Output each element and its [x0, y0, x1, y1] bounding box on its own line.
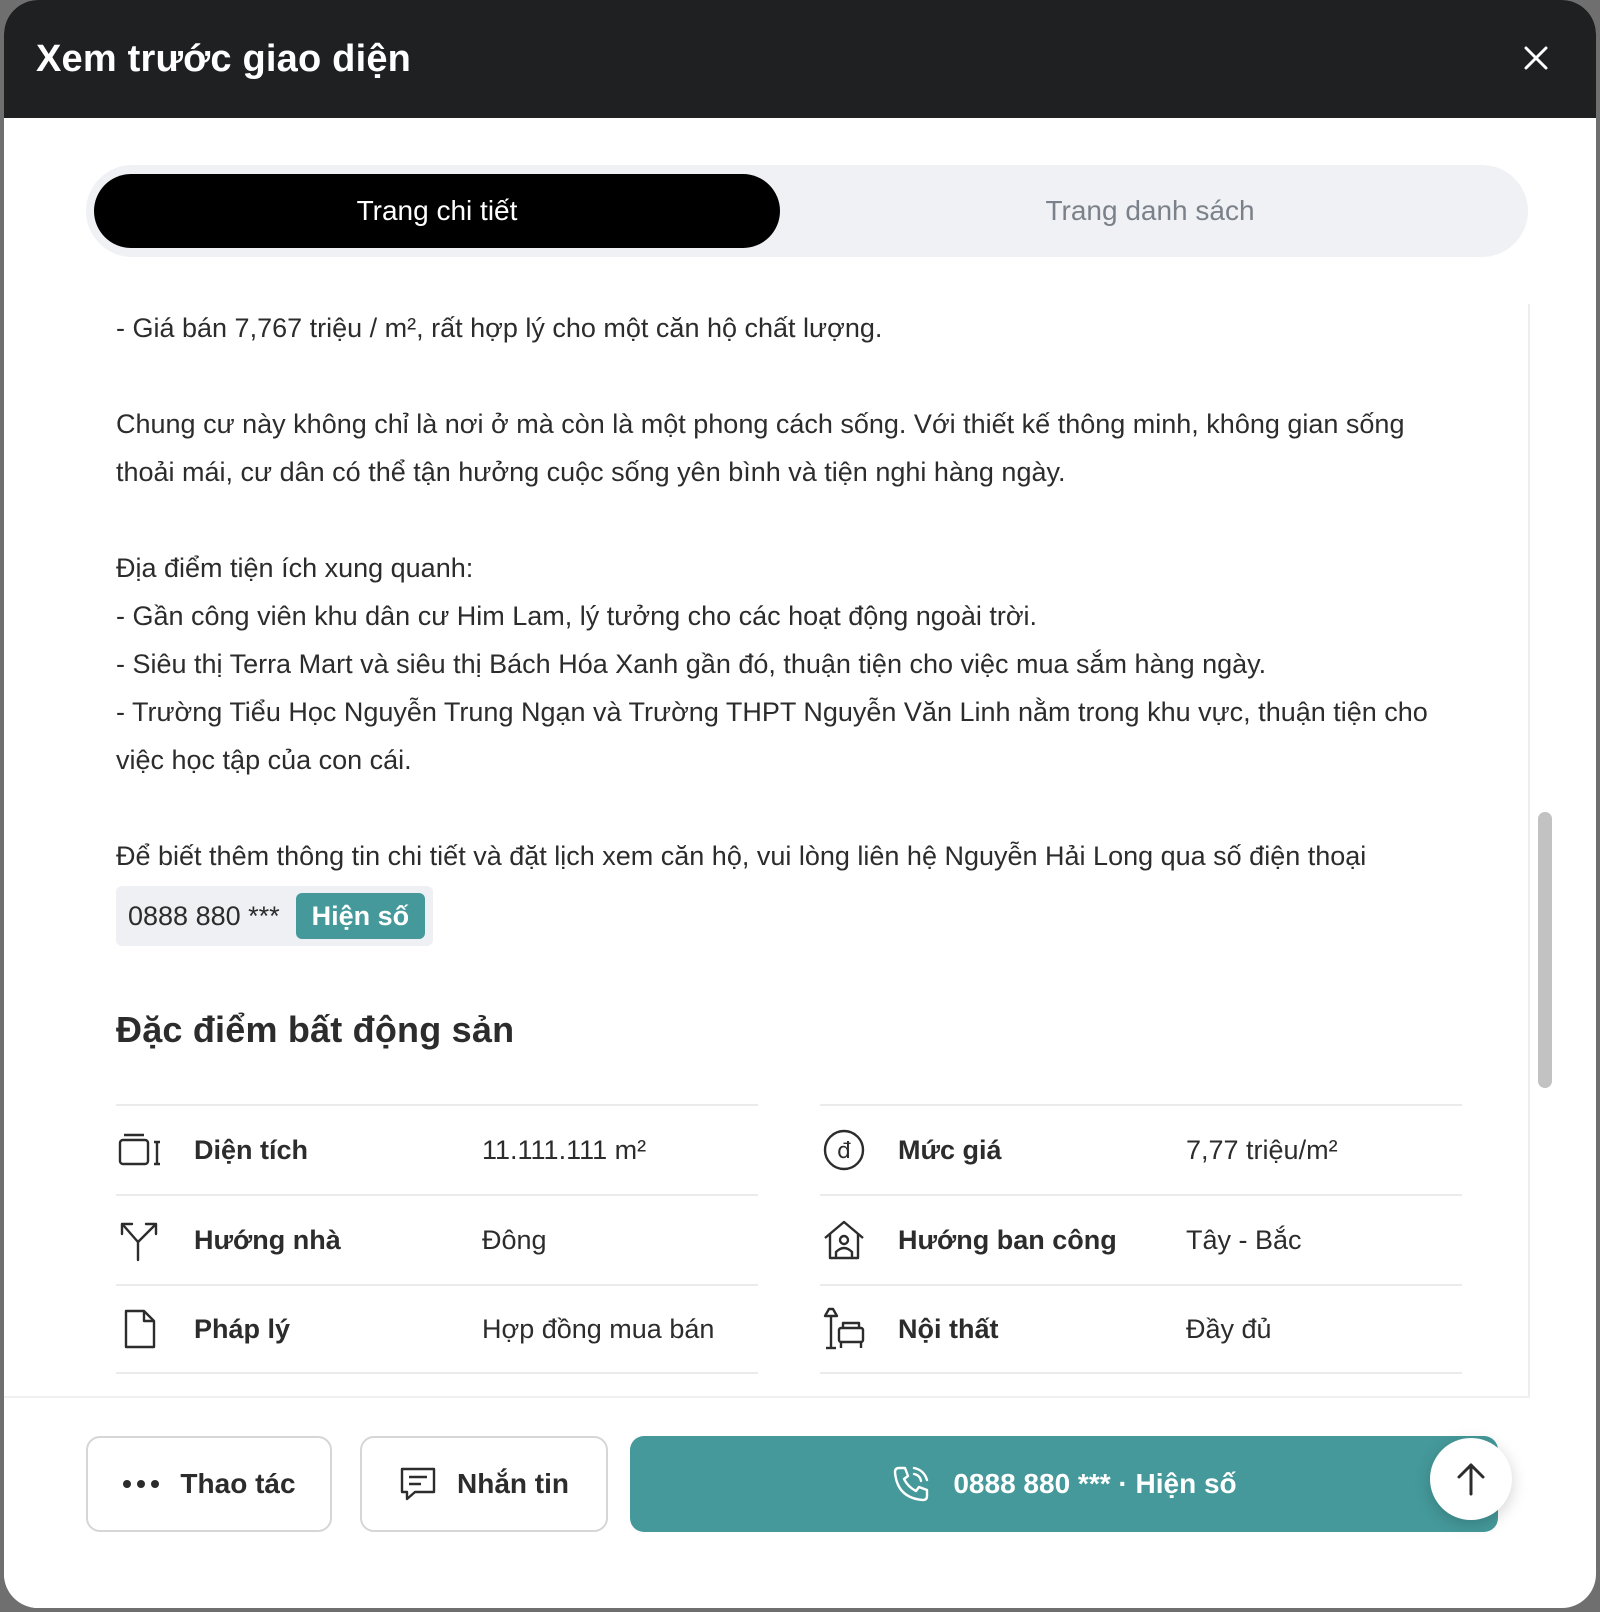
preview-modal: Xem trước giao diện Trang chi tiết Trang… — [4, 0, 1596, 1608]
spec-label: Diện tích — [194, 1135, 309, 1165]
specs-column-left: Diện tích 11.111.111 m² Hướng nhà Đông P… — [116, 1104, 758, 1374]
spec-value: 7,77 triệu/m² — [1186, 1135, 1338, 1165]
spec-row-area: Diện tích 11.111.111 m² — [116, 1104, 758, 1194]
spec-row-price: đ Mức giá 7,77 triệu/m² — [820, 1104, 1462, 1194]
tab-detail-page[interactable]: Trang chi tiết — [94, 174, 780, 248]
price-line: - Giá bán 7,767 triệu / m², rất hợp lý c… — [116, 313, 883, 343]
balcony-house-icon — [820, 1216, 868, 1264]
area-icon — [116, 1126, 164, 1174]
spec-row-legal: Pháp lý Hợp đồng mua bán — [116, 1284, 758, 1374]
spec-value: Đông — [482, 1225, 547, 1255]
modal-title: Xem trước giao diện — [36, 37, 412, 80]
tab-list-page[interactable]: Trang danh sách — [780, 174, 1520, 248]
masked-phone-number: 0888 880 *** — [128, 901, 280, 931]
direction-icon — [116, 1216, 164, 1264]
spec-label: Hướng ban công — [898, 1225, 1117, 1255]
spec-row-balcony-direction: Hướng ban công Tây - Bắc — [820, 1194, 1462, 1284]
reveal-phone-button[interactable]: Hiện số — [295, 893, 426, 939]
chat-icon — [399, 1465, 437, 1503]
modal-header: Xem trước giao diện — [4, 0, 1596, 118]
message-button[interactable]: Nhắn tin — [360, 1436, 608, 1532]
close-icon — [1524, 46, 1548, 70]
spec-label: Hướng nhà — [194, 1225, 341, 1255]
content-scrollbar[interactable] — [1538, 812, 1552, 1088]
specs-grid: Diện tích 11.111.111 m² Hướng nhà Đông P… — [116, 1104, 1466, 1384]
phone-icon — [891, 1464, 931, 1504]
actions-button[interactable]: Thao tác — [86, 1436, 332, 1532]
intro-paragraph: Chung cư này không chỉ là nơi ở mà còn l… — [116, 409, 1405, 487]
amenity-item: - Gần công viên khu dân cư Him Lam, lý t… — [116, 601, 1038, 631]
amenity-item: - Siêu thị Terra Mart và siêu thị Bách H… — [116, 649, 1267, 679]
spec-value: Đầy đủ — [1186, 1314, 1272, 1344]
spec-row-house-direction: Hướng nhà Đông — [116, 1194, 758, 1284]
svg-text:đ: đ — [837, 1139, 851, 1164]
spec-row-furniture: Nội thất Đầy đủ — [820, 1284, 1462, 1374]
arrow-up-icon — [1457, 1463, 1485, 1496]
listing-content: - Giá bán 7,767 triệu / m², rất hợp lý c… — [116, 304, 1466, 1384]
call-button[interactable]: 0888 880 *** · Hiện số — [630, 1436, 1498, 1532]
spec-label: Mức giá — [898, 1135, 1002, 1165]
action-footer: Thao tác Nhắn tin 0888 880 *** · Hiện số — [4, 1396, 1530, 1608]
message-button-label: Nhắn tin — [457, 1468, 569, 1499]
preview-scroll-area[interactable]: - Giá bán 7,767 triệu / m², rất hợp lý c… — [4, 304, 1530, 1396]
spec-value: Tây - Bắc — [1186, 1225, 1302, 1255]
specs-section-title: Đặc điểm bất động sản — [116, 1009, 515, 1050]
spec-label: Pháp lý — [194, 1314, 291, 1344]
spec-value: Hợp đồng mua bán — [482, 1314, 715, 1344]
phone-reveal-box: 0888 880 *** Hiện số — [116, 886, 434, 946]
close-button[interactable] — [1518, 40, 1554, 76]
amenities-heading: Địa điểm tiện ích xung quanh: — [116, 553, 474, 583]
actions-button-label: Thao tác — [180, 1468, 296, 1499]
amenity-item: - Trường Tiểu Học Nguyễn Trung Ngạn và T… — [116, 697, 1428, 775]
scroll-to-top-button[interactable] — [1430, 1438, 1512, 1520]
furniture-icon — [820, 1305, 868, 1353]
specs-column-right: đ Mức giá 7,77 triệu/m² Hướng ban công T… — [820, 1104, 1462, 1374]
view-tabs: Trang chi tiết Trang danh sách — [86, 165, 1528, 257]
document-icon — [116, 1305, 164, 1353]
call-button-label: 0888 880 *** · Hiện số — [953, 1468, 1237, 1499]
contact-line: Để biết thêm thông tin chi tiết và đặt l… — [116, 841, 1367, 871]
price-icon: đ — [820, 1126, 868, 1174]
more-dots-icon — [122, 1479, 160, 1489]
spec-value: 11.111.111 m² — [482, 1135, 647, 1165]
spec-label: Nội thất — [898, 1314, 999, 1344]
